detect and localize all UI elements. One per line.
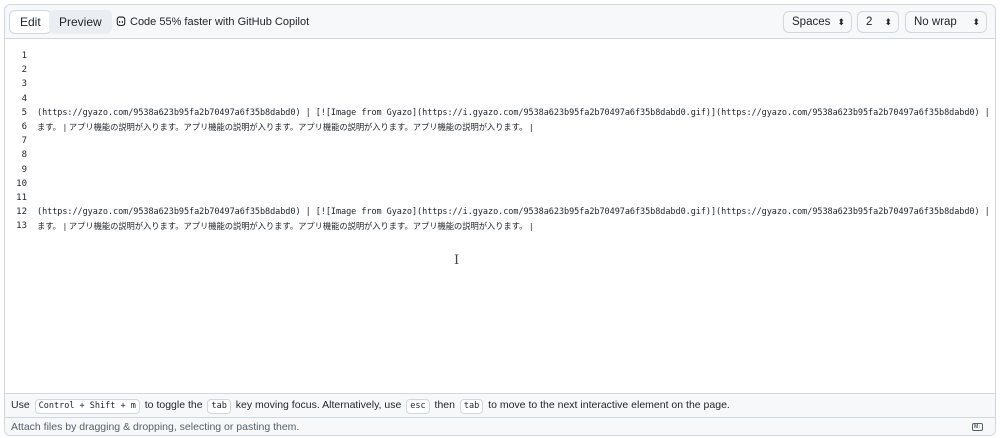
code-line[interactable]: 10 — [5, 177, 995, 191]
line-number: 13 — [16, 221, 27, 232]
code-line[interactable]: 2 — [5, 63, 995, 77]
code-line[interactable]: 13 ます。 | アプリ機能の説明が入ります。アプリ機能の説明が入ります。アプリ機… — [5, 219, 995, 233]
hint-text: then — [434, 399, 455, 411]
code-line[interactable]: 8 — [5, 148, 995, 162]
markdown-icon[interactable]: M↓ — [972, 423, 983, 431]
code-line[interactable]: 12 (https://gyazo.com/9538a623b95fa2b7049… — [5, 205, 995, 219]
select-arrows-icon: ⬍ — [884, 17, 892, 27]
line-number: 5 — [21, 107, 27, 118]
shortcut-key: tab — [459, 399, 484, 414]
tab-preview[interactable]: Preview — [49, 10, 112, 34]
indent-mode-select[interactable]: Spaces ⬍ — [783, 11, 852, 33]
line-number: 6 — [21, 122, 27, 132]
code-line[interactable]: 6 ます。 | アプリ機能の説明が入ります。アプリ機能の説明が入ります。アプリ機能… — [5, 120, 995, 134]
copilot-icon — [116, 16, 126, 27]
wrap-mode-select[interactable]: No wrap ⬍ — [905, 11, 987, 33]
line-text: ます。 | アプリ機能の説明が入ります。アプリ機能の説明が入ります。アプリ機能の… — [37, 122, 533, 132]
line-text: (https://gyazo.com/9538a623b95fa2b70497a… — [37, 107, 990, 118]
code-line[interactable]: 1 — [5, 49, 995, 63]
copilot-label: Code 55% faster with GitHub Copilot — [130, 16, 310, 28]
shortcut-key: esc — [406, 399, 430, 414]
indent-mode-value: Spaces — [792, 16, 831, 28]
select-arrows-icon: ⬍ — [972, 17, 980, 27]
hint-text: Use — [11, 399, 30, 411]
line-number: 10 — [16, 178, 27, 189]
line-number: 4 — [21, 93, 27, 104]
text-cursor-icon: I — [454, 253, 460, 268]
code-line[interactable]: 3 — [5, 77, 995, 91]
indent-size-select[interactable]: 2 ⬍ — [857, 11, 899, 33]
indent-size-value: 2 — [866, 16, 873, 28]
attach-files-bar[interactable]: Attach files by dragging & dropping, sel… — [5, 417, 995, 435]
line-number: 2 — [21, 65, 27, 76]
line-number: 11 — [16, 193, 27, 203]
line-number: 8 — [21, 150, 27, 161]
shortcut-key: Control + Shift + m — [34, 399, 140, 414]
line-number: 3 — [21, 79, 27, 90]
line-text: (https://gyazo.com/9538a623b95fa2b70497a… — [37, 207, 990, 218]
copilot-promo[interactable]: Code 55% faster with GitHub Copilot — [115, 10, 309, 34]
shortcut-key: tab — [207, 399, 231, 414]
tab-edit[interactable]: Edit — [9, 10, 52, 34]
code-line[interactable]: 7 — [5, 134, 995, 148]
wrap-mode-value: No wrap — [914, 16, 957, 28]
editor-toolbar: Edit Preview Code 55% faster with GitHub… — [5, 5, 995, 39]
hint-text: to move to the next interactive element … — [488, 399, 730, 411]
code-editor[interactable]: 1 2 3 4 5 (https://gyazo.com/9538a623b95fa2b7… — [5, 39, 995, 393]
code-line[interactable]: 9 — [5, 163, 995, 177]
editor-frame: Edit Preview Code 55% faster with GitHub… — [4, 4, 996, 436]
code-line[interactable]: 4 — [5, 92, 995, 106]
code-line[interactable]: 5 (https://gyazo.com/9538a623b95fa2b70497… — [5, 106, 995, 120]
line-number: 7 — [21, 136, 27, 147]
line-number: 12 — [16, 207, 27, 218]
line-number: 9 — [21, 164, 27, 175]
line-text: ます。 | アプリ機能の説明が入ります。アプリ機能の説明が入ります。アプリ機能の… — [37, 221, 533, 232]
line-number: 1 — [21, 51, 27, 61]
keyboard-hint: Use Control + Shift + m to toggle the ta… — [5, 393, 995, 417]
hint-text: to toggle the — [144, 399, 203, 411]
select-arrows-icon: ⬍ — [837, 17, 845, 27]
hint-text: key moving focus. Alternatively, use — [235, 399, 402, 411]
code-line[interactable]: 11 — [5, 191, 995, 205]
attach-files-text: Attach files by dragging & dropping, sel… — [11, 421, 300, 433]
